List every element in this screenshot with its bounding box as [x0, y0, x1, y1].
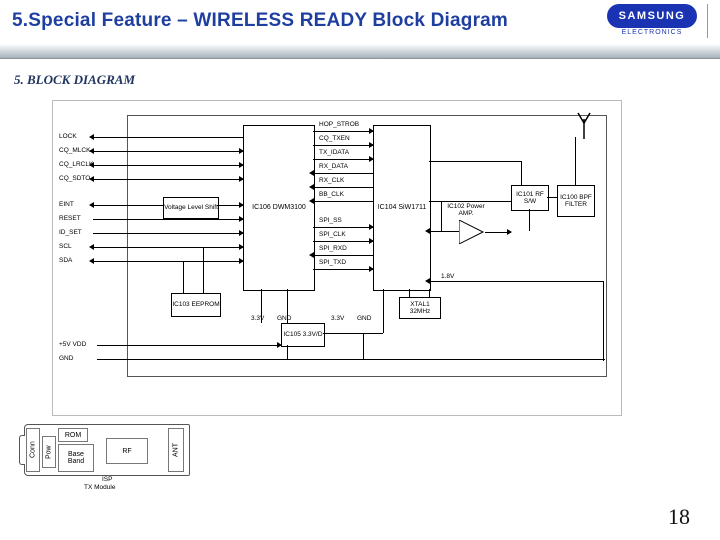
txmod-ant: ANT	[168, 428, 184, 472]
bus-cq-txen: CQ_TXEN	[319, 135, 350, 142]
pin-reset: RESET	[59, 215, 81, 222]
pin-id-set: ID_SET	[59, 229, 82, 236]
slide-title: 5.Special Feature – WIRELESS READY Block…	[12, 10, 508, 32]
txmod-caption: TX Module	[84, 484, 115, 491]
samsung-sub: ELECTRONICS	[622, 29, 683, 36]
txmod-rf: RF	[106, 438, 148, 464]
bus-spi-txd: SPI_TXD	[319, 259, 346, 266]
pin-sda: SDA	[59, 257, 72, 264]
block-ic105: IC105 3.3V/D	[281, 323, 325, 347]
label-gnd-l: GND	[277, 315, 291, 322]
pin-lock: LOCK	[59, 133, 77, 140]
block-ic103: IC103 EEPROM	[171, 293, 221, 317]
label-1v8: 1.8V	[441, 273, 454, 280]
pin-scl: SCL	[59, 243, 72, 250]
label-gnd-r: GND	[357, 315, 371, 322]
txmod-isp: ISP	[102, 476, 112, 483]
section-label: 5. BLOCK DIAGRAM	[14, 72, 135, 88]
block-voltage-level-shift: Voltage Level Shift	[163, 197, 219, 219]
label-3v3-r: 3.3V	[331, 315, 344, 322]
bus-spi-ss: SPI_SS	[319, 217, 342, 224]
pin-vdd: +5V VDD	[59, 341, 86, 348]
block-ic102-label: IC102 Power AMP.	[445, 203, 487, 217]
pin-cq-mlck: CQ_MLCK	[59, 147, 90, 154]
bus-bb-clk: BB_CLK	[319, 191, 344, 198]
bus-spi-clk: SPI_CLK	[319, 231, 346, 238]
bus-hop-strob: HOP_STROB	[319, 121, 359, 128]
pin-eint: EINT	[59, 201, 74, 208]
txmod-pow: Pow	[42, 436, 56, 468]
title-rule	[0, 44, 720, 58]
bus-tx-idata: TX_IDATA	[319, 149, 349, 156]
block-ic104: IC104 SiW1711	[373, 125, 431, 291]
block-xtal: XTAL1 32MHz	[399, 297, 441, 319]
amp-triangle-icon	[459, 220, 485, 244]
block-ic100: IC100 BPF FILTER	[557, 185, 595, 217]
page-number: 18	[668, 504, 690, 530]
bus-rx-data: RX_DATA	[319, 163, 348, 170]
antenna-icon	[577, 111, 591, 144]
txmod-conn: Conn	[26, 428, 40, 472]
tx-module-diagram: Conn Pow ROM Base Band RF ANT ISP TX Mod…	[24, 424, 200, 490]
txmod-baseband: Base Band	[58, 444, 94, 472]
txmod-rom: ROM	[58, 428, 88, 442]
pin-cq-sdto: CQ_SDTO	[59, 175, 90, 182]
samsung-oval: SAMSUNG	[607, 4, 697, 28]
block-ic106: IC106 DWM3100	[243, 125, 315, 291]
block-ic101: IC101 RF S/W	[511, 185, 549, 211]
block-diagram: LOCK CQ_MLCK CQ_LRCLK CQ_SDTO EINT RESET…	[52, 100, 622, 416]
bus-rx-clk: RX_CLK	[319, 177, 344, 184]
label-3v3-l: 3.3V	[251, 315, 264, 322]
bus-spi-rxd: SPI_RXD	[319, 245, 347, 252]
brand-logo: SAMSUNG ELECTRONICS	[607, 4, 712, 38]
pin-gnd: GND	[59, 355, 73, 362]
